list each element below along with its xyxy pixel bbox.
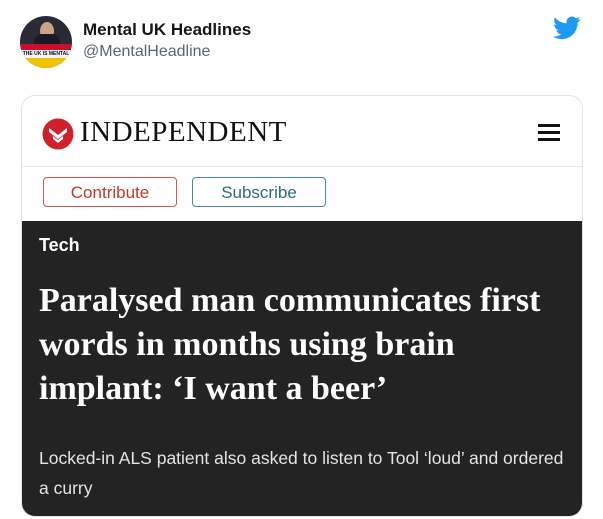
display-name[interactable]: Mental UK Headlines (83, 20, 251, 40)
headline[interactable]: Paralysed man communicates first words i… (39, 279, 569, 411)
publication-name[interactable]: INDEPENDENT (80, 116, 287, 149)
section-label[interactable]: Tech (39, 235, 80, 256)
user-handle[interactable]: @MentalHeadline (83, 43, 210, 61)
avatar[interactable]: THE UK IS MENTAL (20, 16, 72, 68)
standfirst: Locked-in ALS patient also asked to list… (39, 448, 564, 498)
subscribe-button[interactable]: Subscribe (192, 177, 326, 207)
independent-eagle-icon[interactable] (42, 118, 74, 150)
twitter-bird-icon (553, 16, 581, 40)
action-buttons: Contribute Subscribe (22, 166, 582, 220)
contribute-button[interactable]: Contribute (43, 177, 177, 207)
avatar-ticker (20, 58, 72, 68)
tweet-header: THE UK IS MENTAL Mental UK Headlines @Me… (20, 16, 583, 70)
avatar-caption: THE UK IS MENTAL (20, 50, 72, 58)
article-card[interactable]: INDEPENDENT Contribute Subscribe Tech Pa… (21, 95, 583, 517)
article-hero: Tech Paralysed man communicates first wo… (22, 221, 582, 516)
hamburger-menu-icon[interactable] (538, 124, 560, 142)
masthead: INDEPENDENT (22, 96, 582, 167)
